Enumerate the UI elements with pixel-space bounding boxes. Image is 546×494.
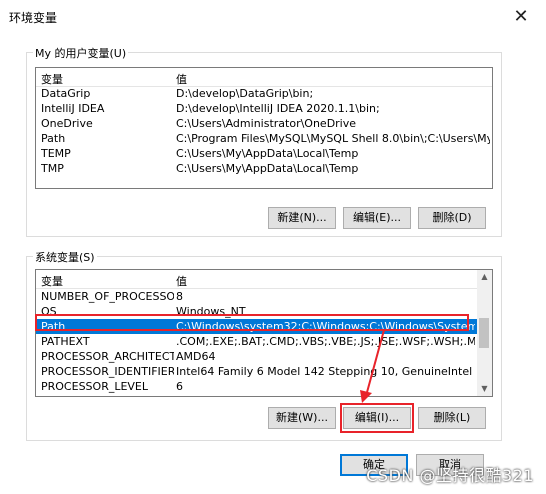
scroll-up-icon[interactable]: ▲ xyxy=(477,270,492,284)
variable-name-cell: TMP xyxy=(41,162,64,175)
watermark: CSDN @坚持很酷321 xyxy=(366,466,534,485)
path-row-highlight xyxy=(35,314,469,331)
variable-name-cell: PROCESSOR_LEVEL xyxy=(41,380,149,393)
variable-name-cell: NUMBER_OF_PROCESSORS xyxy=(41,290,174,303)
variable-name-cell: IntelliJ IDEA xyxy=(41,102,105,115)
variable-value-cell: D:\develop\IntelliJ IDEA 2020.1.1\bin; xyxy=(176,102,380,115)
column-header-variable[interactable]: 变量 xyxy=(41,273,63,289)
variable-value-cell: C:\Users\My\AppData\Local\Temp xyxy=(176,147,359,160)
variable-value-cell: .COM;.EXE;.BAT;.CMD;.VBS;.VBE;.JS;.JSE;.… xyxy=(176,335,475,348)
close-icon[interactable]: ✕ xyxy=(508,6,534,28)
system-variables-group: 系统变量(S) 变量 值 NUMBER_OF_PROCESSORS8OSWind… xyxy=(26,249,502,441)
variable-value-cell: AMD64 xyxy=(176,350,216,363)
variable-value-cell: D:\develop\DataGrip\bin; xyxy=(176,87,314,100)
table-row[interactable]: DataGrip D:\develop\DataGrip\bin; xyxy=(36,86,492,101)
column-header-value[interactable]: 值 xyxy=(176,273,187,289)
table-row[interactable]: PATHEXT .COM;.EXE;.BAT;.CMD;.VBS;.VBE;.JS… xyxy=(36,334,477,349)
column-header-value[interactable]: 值 xyxy=(176,71,187,87)
variable-name-cell: TEMP xyxy=(41,147,71,160)
variable-value-cell: C:\Users\My\AppData\Local\Temp xyxy=(176,162,359,175)
table-row[interactable]: OneDrive C:\Users\Administrator\OneDrive xyxy=(36,116,492,131)
variable-name-cell: OneDrive xyxy=(41,117,93,130)
scroll-down-icon[interactable]: ▼ xyxy=(477,382,492,396)
table-row[interactable]: PROCESSOR_IDENTIFIER Intel64 Family 6 Mod… xyxy=(36,364,477,379)
user-variables-group: My 的用户变量(U) 变量 值 DataGrip D:\develop\Data… xyxy=(26,45,502,237)
system-variables-list[interactable]: 变量 值 NUMBER_OF_PROCESSORS8OSWindows_NTPa… xyxy=(35,269,493,397)
table-row[interactable]: TEMP C:\Users\My\AppData\Local\Temp xyxy=(36,146,492,161)
user-variables-label: My 的用户变量(U) xyxy=(33,45,129,61)
table-row[interactable]: PROCESSOR_ARCHITECTUREAMD64 xyxy=(36,349,477,364)
system-variables-label: 系统变量(S) xyxy=(33,249,97,265)
table-row[interactable]: PROCESSOR_LEVEL 6 xyxy=(36,379,477,394)
list-header: 变量 值 xyxy=(36,68,492,87)
window-title: 环境变量 xyxy=(9,11,58,25)
variable-value-cell: Intel64 Family 6 Model 142 Stepping 10, … xyxy=(176,365,473,378)
table-row[interactable]: PROCESSOR_REVISION8e0a xyxy=(36,394,477,396)
column-header-variable[interactable]: 变量 xyxy=(41,71,63,87)
system-delete-button[interactable]: 删除(L) xyxy=(418,407,486,429)
variable-name-cell: PATHEXT xyxy=(41,335,90,348)
system-new-button[interactable]: 新建(W)... xyxy=(268,407,336,429)
variable-value-cell: C:\Users\Administrator\OneDrive xyxy=(176,117,357,130)
edit-button-highlight xyxy=(340,403,414,433)
table-row[interactable]: TMP C:\Users\My\AppData\Local\Temp xyxy=(36,161,492,176)
system-list-scrollbar[interactable]: ▲ ▼ xyxy=(477,270,492,396)
variable-value-cell: 8 xyxy=(176,290,183,303)
variable-value-cell: C:\Program Files\MySQL\MySQL Shell 8.0\b… xyxy=(176,132,490,145)
scroll-thumb[interactable] xyxy=(479,318,489,348)
table-row[interactable]: NUMBER_OF_PROCESSORS8 xyxy=(36,289,477,304)
list-header: 变量 值 xyxy=(36,270,477,289)
variable-value-cell: 8e0a xyxy=(176,395,475,396)
user-delete-button[interactable]: 删除(D) xyxy=(418,207,486,229)
user-variables-list[interactable]: 变量 值 DataGrip D:\develop\DataGrip\bin; Int… xyxy=(35,67,493,189)
title-bar: 环境变量 ✕ xyxy=(0,0,546,34)
variable-value-cell: 6 xyxy=(176,380,183,393)
user-new-button[interactable]: 新建(N)... xyxy=(268,207,336,229)
variable-name-cell: PROCESSOR_REVISION xyxy=(41,395,174,396)
variable-name-cell: PROCESSOR_IDENTIFIER xyxy=(41,365,174,378)
variable-name-cell: DataGrip xyxy=(41,87,91,100)
variable-name-cell: Path xyxy=(41,132,66,145)
table-row[interactable]: Path C:\Program Files\MySQL\MySQL Shell 8… xyxy=(36,131,492,146)
variable-name-cell: PROCESSOR_ARCHITECTURE xyxy=(41,350,174,363)
table-row[interactable]: IntelliJ IDEA D:\develop\IntelliJ IDEA 20… xyxy=(36,101,492,116)
user-edit-button[interactable]: 编辑(E)... xyxy=(343,207,411,229)
